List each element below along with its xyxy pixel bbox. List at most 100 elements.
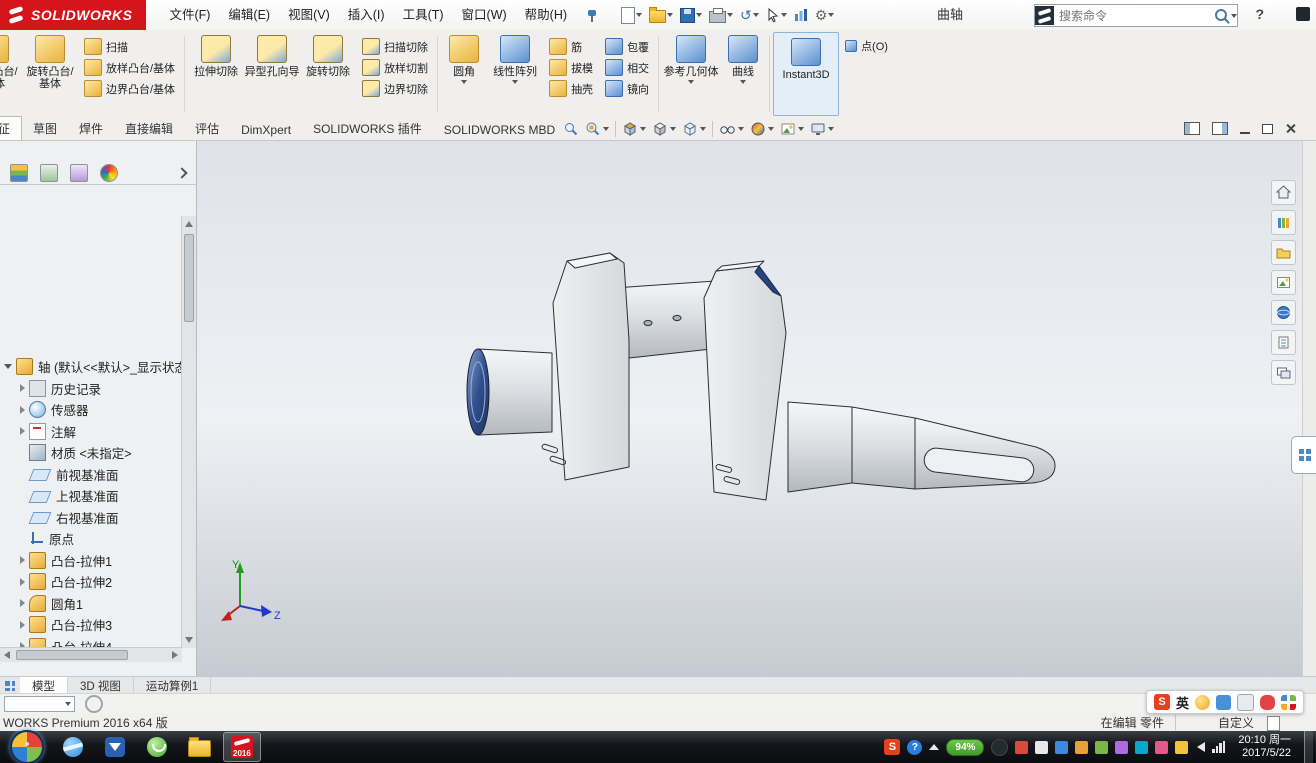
zoom-area-button[interactable] bbox=[582, 120, 612, 138]
search-icon[interactable] bbox=[1215, 9, 1227, 21]
mirror-button[interactable]: 镜向 bbox=[605, 80, 649, 97]
scrollbar-thumb[interactable] bbox=[16, 650, 128, 660]
tray-app-icon[interactable] bbox=[1075, 741, 1088, 754]
tree-item-boss-extrude1[interactable]: 凸台-拉伸1 bbox=[0, 550, 182, 572]
panel-expand-icon[interactable] bbox=[176, 167, 187, 178]
scroll-left-icon[interactable] bbox=[4, 651, 10, 659]
display-style-button[interactable] bbox=[679, 120, 709, 138]
view-settings-button[interactable] bbox=[807, 120, 837, 138]
swept-cut-button[interactable]: 扫描切除 bbox=[362, 38, 428, 55]
reference-flyout-tab[interactable] bbox=[1291, 436, 1316, 474]
view-orientation-button[interactable] bbox=[649, 120, 679, 138]
help-button[interactable]: ? bbox=[1255, 6, 1264, 22]
mic-icon[interactable] bbox=[1260, 695, 1275, 710]
wrap-button[interactable]: 包覆 bbox=[605, 38, 649, 55]
hide-show-items-button[interactable] bbox=[716, 120, 747, 138]
reference-geometry-button[interactable]: 参考几何体 bbox=[662, 30, 720, 118]
edit-appearance-button[interactable] bbox=[747, 120, 777, 138]
menu-view[interactable]: 视图(V) bbox=[279, 0, 339, 30]
rib-button[interactable]: 筋 bbox=[549, 38, 593, 55]
help-tray-icon[interactable]: ? bbox=[907, 740, 922, 755]
tree-item-front-plane[interactable]: 前视基准面 bbox=[0, 464, 182, 486]
hole-wizard-button[interactable]: 异型孔向导 bbox=[244, 30, 300, 118]
open-document-button[interactable] bbox=[647, 3, 675, 27]
tree-vertical-scrollbar[interactable] bbox=[181, 216, 196, 648]
intersect-button[interactable]: 相交 bbox=[605, 59, 649, 76]
scrollbar-thumb[interactable] bbox=[184, 234, 194, 322]
scroll-up-icon[interactable] bbox=[185, 221, 193, 227]
tab-weldments[interactable]: 焊件 bbox=[68, 117, 114, 140]
revolved-boss-button[interactable]: 旋转凸台/基体 bbox=[22, 30, 78, 118]
toolbox-icon[interactable] bbox=[1216, 695, 1231, 710]
tree-item-top-plane[interactable]: 上视基准面 bbox=[0, 485, 182, 507]
tree-item-history[interactable]: 历史记录 bbox=[0, 378, 182, 400]
tray-app-icon[interactable] bbox=[1095, 741, 1108, 754]
status-sheet-icon[interactable] bbox=[1267, 716, 1280, 731]
expander-icon[interactable] bbox=[20, 621, 25, 629]
skin-grid-icon[interactable] bbox=[1281, 695, 1296, 710]
graphics-area[interactable]: Y Z bbox=[196, 140, 1302, 676]
clock-tray-icon[interactable] bbox=[991, 739, 1008, 756]
print-button[interactable] bbox=[707, 3, 735, 27]
volume-icon[interactable] bbox=[1197, 742, 1205, 752]
menu-edit[interactable]: 编辑(E) bbox=[219, 0, 279, 30]
options-button[interactable]: ⚙ bbox=[813, 3, 837, 27]
evaluate-button[interactable] bbox=[792, 3, 810, 27]
expander-icon[interactable] bbox=[20, 406, 25, 414]
tab-3d-views[interactable]: 3D 视图 bbox=[68, 677, 134, 694]
tab-solidworks-mbd[interactable]: SOLIDWORKS MBD bbox=[433, 120, 566, 140]
key-point-icon[interactable] bbox=[85, 695, 103, 713]
display-manager-tab-icon[interactable] bbox=[100, 164, 118, 182]
tray-app-icon[interactable] bbox=[1015, 741, 1028, 754]
explorer-taskbar-button[interactable] bbox=[181, 733, 217, 761]
tree-item-fillet1[interactable]: 圆角1 bbox=[0, 593, 182, 615]
scroll-right-icon[interactable] bbox=[172, 651, 178, 659]
tab-motion-study[interactable]: 运动算例1 bbox=[134, 677, 211, 694]
keyboard-icon[interactable] bbox=[1237, 694, 1254, 711]
search-input[interactable] bbox=[1054, 9, 1213, 23]
restore-window-icon[interactable] bbox=[1262, 124, 1273, 134]
tree-horizontal-scrollbar[interactable] bbox=[0, 647, 182, 662]
linear-pattern-button[interactable]: 线性阵列 bbox=[487, 30, 543, 118]
tray-expand-icon[interactable] bbox=[929, 744, 939, 750]
tray-app-icon[interactable] bbox=[1155, 741, 1168, 754]
tree-item-boss-extrude2[interactable]: 凸台-拉伸2 bbox=[0, 571, 182, 593]
crankshaft-model[interactable]: Y Z bbox=[196, 140, 1302, 676]
scroll-down-icon[interactable] bbox=[185, 637, 193, 643]
solidworks-taskbar-button[interactable]: 2016 bbox=[223, 732, 261, 762]
section-view-button[interactable] bbox=[619, 120, 649, 138]
language-indicator[interactable]: 英 bbox=[1176, 693, 1189, 712]
browser-taskbar-button[interactable] bbox=[139, 733, 175, 761]
swept-boss-button[interactable]: 扫描 bbox=[84, 38, 175, 55]
tree-item-material[interactable]: 材质 <未指定> bbox=[0, 442, 182, 464]
expander-icon[interactable] bbox=[20, 578, 25, 586]
configuration-manager-tab-icon[interactable] bbox=[70, 164, 88, 182]
tab-model[interactable]: 模型 bbox=[20, 677, 68, 694]
menu-file[interactable]: 文件(F) bbox=[160, 0, 219, 30]
tab-dimxpert[interactable]: DimXpert bbox=[230, 120, 302, 140]
minimize-window-icon[interactable] bbox=[1240, 132, 1250, 134]
pin-menu-icon[interactable] bbox=[586, 9, 599, 22]
close-window-icon[interactable] bbox=[1285, 123, 1296, 134]
tab-direct-editing[interactable]: 直接编辑 bbox=[114, 117, 184, 140]
ie-taskbar-button[interactable] bbox=[55, 733, 91, 761]
battery-indicator[interactable]: 94% bbox=[946, 739, 984, 756]
file-explorer-button[interactable] bbox=[1271, 240, 1296, 265]
menu-tools[interactable]: 工具(T) bbox=[394, 0, 453, 30]
tray-app-icon[interactable] bbox=[1135, 741, 1148, 754]
select-button[interactable] bbox=[764, 3, 789, 27]
view-palette-button[interactable] bbox=[1271, 270, 1296, 295]
sogou-logo-icon[interactable]: S bbox=[1154, 694, 1170, 710]
tray-app-icon[interactable] bbox=[1115, 741, 1128, 754]
extruded-boss-button[interactable]: 拉伸凸台/基体 bbox=[0, 30, 22, 118]
point-button[interactable]: 点(O) bbox=[845, 38, 888, 54]
property-manager-tab-icon[interactable] bbox=[40, 164, 58, 182]
expander-icon[interactable] bbox=[20, 384, 25, 392]
save-button[interactable] bbox=[678, 3, 704, 27]
emoji-icon[interactable] bbox=[1195, 695, 1210, 710]
expander-icon[interactable] bbox=[20, 556, 25, 564]
taskbar-clock[interactable]: 20:10 周一 2017/5/22 bbox=[1238, 734, 1291, 760]
home-button[interactable] bbox=[1271, 180, 1296, 205]
tree-item-sensors[interactable]: 传感器 bbox=[0, 399, 182, 421]
boundary-boss-button[interactable]: 边界凸台/基体 bbox=[84, 80, 175, 97]
